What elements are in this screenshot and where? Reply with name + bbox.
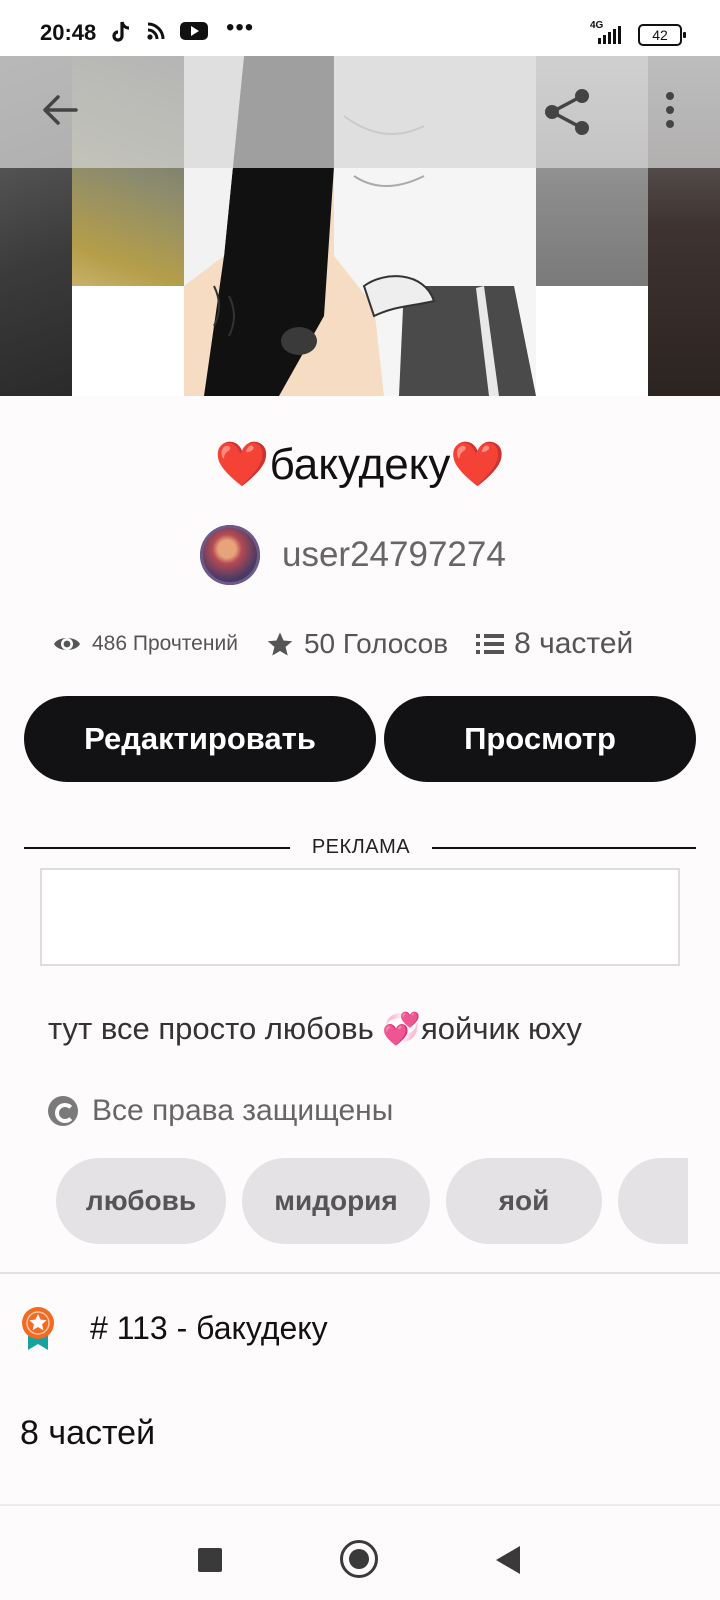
tag-chip[interactable]: яой: [446, 1158, 602, 1244]
reads-count: 486 Прочтений: [92, 632, 238, 655]
ranking-row[interactable]: # 113 - бакудеку: [20, 1306, 328, 1350]
square-icon[interactable]: [198, 1548, 222, 1572]
ad-banner[interactable]: [40, 868, 680, 966]
list-icon: [476, 634, 505, 654]
ad-divider: РЕКЛАМА: [24, 834, 696, 862]
divider-line: [432, 847, 696, 849]
share-icon[interactable]: [540, 84, 596, 140]
story-description: тут все просто любовь 💞яойчик юху: [48, 1011, 582, 1046]
view-button[interactable]: Просмотр: [384, 696, 696, 782]
tag-chip[interactable]: мидория: [242, 1158, 430, 1244]
signal-icon: [598, 24, 621, 44]
battery-icon: 42: [638, 24, 686, 46]
ad-label: РЕКЛАМА: [311, 836, 411, 858]
tag-chip[interactable]: любовь: [56, 1158, 226, 1244]
parts-count: 8 частей: [514, 627, 634, 660]
votes-count: 50 Голосов: [303, 628, 449, 659]
copyright-icon: [48, 1096, 78, 1126]
divider-line: [24, 847, 290, 849]
arrow-left-icon[interactable]: [36, 86, 84, 134]
more-vertical-icon[interactable]: [650, 86, 690, 138]
youtube-icon: [180, 20, 208, 48]
avatar[interactable]: [200, 525, 260, 585]
author-row[interactable]: user24797274: [200, 524, 506, 586]
system-nav-bar: [0, 1504, 720, 1600]
tag-chip[interactable]: л: [618, 1158, 688, 1244]
parts-heading: 8 частей: [20, 1414, 156, 1452]
more-dots-icon: •••: [226, 14, 255, 41]
tiktok-icon: [110, 20, 132, 50]
tag-list[interactable]: любовь мидория яой л: [56, 1158, 688, 1244]
rss-icon: [146, 20, 166, 48]
story-title: ❤️бакудеку❤️: [214, 440, 506, 489]
star-icon: [267, 632, 293, 656]
copyright-text: Все права защищены: [92, 1094, 394, 1127]
section-divider: [0, 1272, 720, 1274]
status-time: 20:48: [40, 20, 97, 45]
votes-stat: 50 Голосов: [266, 628, 448, 660]
ranking-badge-icon: [20, 1306, 56, 1350]
ranking-text[interactable]: # 113 - бакудеку: [90, 1310, 328, 1347]
parts-stat: 8 частей: [476, 627, 633, 661]
status-bar: 20:48 ••• 4G 42: [0, 0, 720, 56]
top-app-bar: [0, 56, 720, 168]
eye-icon: [54, 638, 80, 650]
author-name[interactable]: user24797274: [282, 535, 506, 575]
triangle-back-icon[interactable]: [496, 1546, 520, 1574]
circle-icon[interactable]: [340, 1540, 378, 1578]
reads-stat: 486 Прочтений: [52, 632, 238, 656]
edit-button[interactable]: Редактировать: [24, 696, 376, 782]
story-stats: 486 Прочтений 50 Голосов 8 частей: [52, 622, 633, 666]
copyright-row: Все права защищены: [48, 1094, 393, 1128]
